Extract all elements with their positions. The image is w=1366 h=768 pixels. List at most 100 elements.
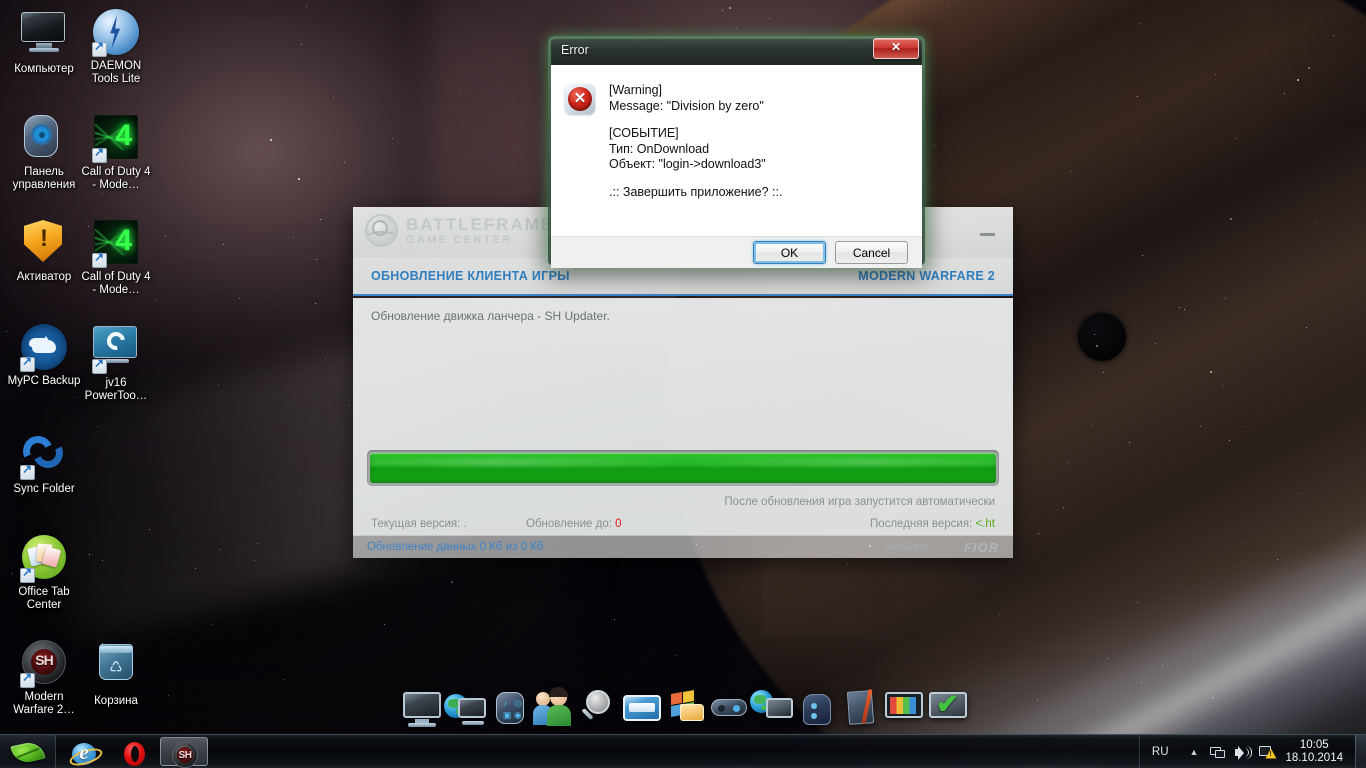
activator-shield-icon: ! <box>20 220 68 268</box>
show-desktop-button[interactable] <box>1355 735 1366 768</box>
latest-version-group: Последняя версия: <.ht <box>870 518 995 530</box>
taskbar-empty-area[interactable] <box>208 735 1139 768</box>
desktop-icon-activator-shield[interactable]: ! Активатор <box>6 218 82 284</box>
dock-programs[interactable] <box>664 686 707 730</box>
desktop-icon-control-panel[interactable]: Панель управления <box>6 113 82 192</box>
minimize-button[interactable] <box>980 231 995 237</box>
desktop-icon-mypc-backup[interactable]: MyPC Backup <box>6 323 82 388</box>
show-hidden-icons-chevron[interactable]: ▲ <box>1181 747 1208 757</box>
battleframe-logo-icon <box>365 214 398 247</box>
shortcut-overlay-icon <box>20 357 35 372</box>
network-tray-icon[interactable] <box>1207 735 1231 768</box>
dialog-message: [Warning] Message: "Division by zero" [С… <box>609 83 782 236</box>
jv16-powertools-icon <box>92 326 140 374</box>
brand-line-1: BATTLEFRAME <box>406 216 554 233</box>
language-indicator[interactable]: RU <box>1140 746 1181 758</box>
dialog-footer: OK Cancel <box>551 236 922 268</box>
gamepad-icon <box>711 699 747 716</box>
shortcut-overlay-icon <box>92 359 107 374</box>
download-progress-bar <box>367 450 999 486</box>
shortcut-overlay-icon <box>20 465 35 480</box>
clock-date: 18.10.2014 <box>1285 752 1343 765</box>
dock-check[interactable]: ✔ <box>927 686 970 730</box>
error-dialog[interactable]: Error ✕ [Warning] Message: "Division by … <box>548 36 925 265</box>
desktop-icon-sync-folder[interactable]: Sync Folder <box>6 428 82 496</box>
desktop-dock: ♪ ◎ ▣ ◉ ✔ <box>400 680 970 730</box>
control-panel-icon <box>20 115 68 163</box>
current-version-label: Текущая версия: . <box>371 518 526 530</box>
desktop-icon-label: Активатор <box>6 271 82 284</box>
start-button[interactable] <box>0 735 56 768</box>
message-line-2: Message: "Division by zero" <box>609 99 782 115</box>
desktop-icon-call-of-duty[interactable]: 4 Call of Duty 4 - Mode… <box>78 113 154 192</box>
action-center-warning-icon[interactable] <box>1255 735 1279 768</box>
dock-users[interactable] <box>532 686 575 730</box>
taskbar-opera[interactable] <box>110 737 158 766</box>
dock-paint[interactable] <box>883 686 926 730</box>
close-icon[interactable] <box>873 38 919 59</box>
clock[interactable]: 10:05 18.10.2014 <box>1279 739 1355 765</box>
brand-line-2: GAME CENTER <box>406 235 554 246</box>
desktop-icon-modern-warfare[interactable]: SH Modern Warfare 2… <box>6 638 82 717</box>
call-of-duty-icon: 4 <box>92 115 140 163</box>
dialog-content: ✕ [Warning] Message: "Division by zero" … <box>551 65 922 236</box>
dock-games[interactable] <box>707 686 750 730</box>
dialog-title: Error <box>561 43 589 57</box>
desktop-icon-label: Корзина <box>78 695 154 708</box>
cancel-button[interactable]: Cancel <box>835 241 908 264</box>
leaf-start-icon <box>10 740 45 765</box>
error-circle-icon: ✕ <box>565 84 595 114</box>
desktop-icon-label: Office Tab Center <box>6 586 82 612</box>
desktop-icon-label: Modern Warfare 2… <box>6 691 82 717</box>
desktop-icon-jv16-powertools[interactable]: jv16 PowerToo… <box>78 323 154 403</box>
shortcut-overlay-icon <box>92 148 107 163</box>
media-player-icon: ♪ ◎ ▣ ◉ <box>496 692 524 724</box>
desktop-icon-computer[interactable]: Компьютер <box>6 8 82 76</box>
latest-version-value: <.ht <box>975 518 995 530</box>
taskbar-internet-explorer[interactable] <box>60 737 108 766</box>
taskbar-items: SH <box>56 735 208 768</box>
dock-search[interactable] <box>576 686 619 730</box>
opera-icon <box>124 742 145 766</box>
recycle-bin-icon: ♺ <box>92 644 140 692</box>
desktop-icon-daemon-tools[interactable]: DAEMON Tools Lite <box>78 8 154 86</box>
dialog-titlebar: Error <box>551 39 922 65</box>
sh-launcher-icon: SH <box>172 742 198 768</box>
dock-media-player[interactable]: ♪ ◎ ▣ ◉ <box>488 686 531 730</box>
call-of-duty-icon: 4 <box>92 220 140 268</box>
system-tray: RU ▲ 10:05 18.10.2014 <box>1139 735 1355 768</box>
desktop-icon-call-of-duty[interactable]: 4 Call of Duty 4 - Mode… <box>78 218 154 297</box>
volume-tray-icon[interactable] <box>1231 735 1255 768</box>
taskbar-sh-launcher[interactable]: SH <box>160 737 208 766</box>
clock-time: 10:05 <box>1285 739 1343 752</box>
windows-folder-icon <box>671 692 682 705</box>
ok-button[interactable]: OK <box>753 241 826 264</box>
game-title: MODERN WARFARE 2 <box>858 269 995 283</box>
daemon-tools-icon <box>92 9 140 57</box>
modern-warfare-icon: SH <box>20 640 68 688</box>
desktop-icon-label: MyPC Backup <box>6 375 82 388</box>
dock-internet[interactable] <box>751 686 794 730</box>
shortcut-overlay-icon <box>20 673 35 688</box>
desktop-icon-label: Панель управления <box>6 166 82 192</box>
launcher-brand: BATTLEFRAME GAME CENTER <box>365 214 554 247</box>
monitor-icon <box>403 692 441 718</box>
message-line-1: [Warning] <box>609 83 782 99</box>
sh-badge: SH <box>173 750 197 761</box>
paint-monitor-icon <box>885 692 923 718</box>
dock-network[interactable] <box>444 686 487 730</box>
progress-fill <box>370 453 996 483</box>
desktop-icon-label: Call of Duty 4 - Mode… <box>78 271 154 297</box>
dock-window[interactable] <box>620 686 663 730</box>
computer-icon <box>20 12 68 60</box>
header-title: ОБНОВЛЕНИЕ КЛИЕНТА ИГРЫ <box>371 269 570 283</box>
desktop-icon-label: DAEMON Tools Lite <box>78 60 154 86</box>
dock-notes[interactable] <box>839 686 882 730</box>
dock-computer[interactable] <box>400 686 443 730</box>
dock-backpack[interactable] <box>795 686 838 730</box>
error-x-glyph: ✕ <box>568 87 592 111</box>
desktop-icon-label: Компьютер <box>6 63 82 76</box>
desktop-icon-office-tab[interactable]: Office Tab Center <box>6 533 82 612</box>
message-line-5: Объект: "login->download3" <box>609 157 782 173</box>
desktop-icon-recycle-bin[interactable]: ♺ Корзина <box>78 638 154 708</box>
